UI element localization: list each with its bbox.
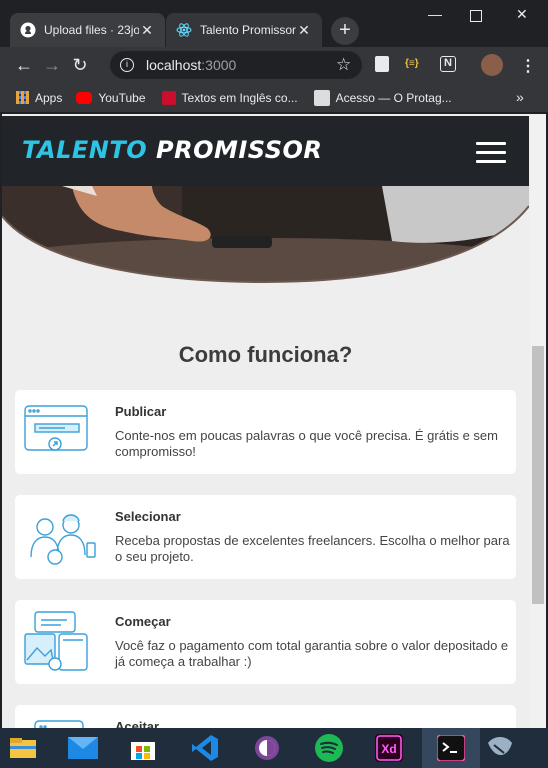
section-title: Como funciona? bbox=[178, 342, 353, 367]
step-title: Aceitar bbox=[115, 719, 160, 728]
hero-image bbox=[2, 186, 529, 284]
publish-browser-icon bbox=[21, 400, 99, 462]
bookmarks-bar: Apps YouTube Textos em Inglês co... Aces… bbox=[0, 83, 548, 112]
bookmark-label: YouTube bbox=[98, 90, 146, 105]
info-icon[interactable]: i bbox=[120, 58, 134, 72]
tab-strip: Upload files · 23jo ✕ Talento Promissor … bbox=[0, 0, 548, 47]
step-card-selecionar[interactable]: Selecionar Receba propostas de excelente… bbox=[15, 495, 516, 579]
bookmark-acesso[interactable]: Acesso — O Protag... bbox=[313, 89, 452, 106]
forward-arrow-icon[interactable]: → bbox=[38, 51, 66, 79]
spotify-icon[interactable] bbox=[314, 733, 344, 763]
app-icon[interactable] bbox=[484, 733, 514, 763]
bookmark-youtube[interactable]: YouTube bbox=[76, 90, 146, 105]
bookmark-textos[interactable]: Textos em Inglês co... bbox=[161, 90, 298, 105]
tor-icon[interactable] bbox=[252, 733, 282, 763]
maximize-icon[interactable] bbox=[470, 10, 482, 22]
step-description: Você faz o pagamento com total garantia … bbox=[115, 638, 509, 669]
step-card-comecar[interactable]: Começar Você faz o pagamento com total g… bbox=[15, 600, 516, 684]
svg-text:Xd: Xd bbox=[381, 742, 396, 756]
adobe-xd-icon[interactable]: Xd bbox=[374, 733, 404, 763]
puzzle-icon bbox=[313, 89, 330, 106]
scrollbar-thumb[interactable] bbox=[532, 346, 544, 604]
more-menu-icon[interactable]: ⋮ bbox=[520, 56, 536, 76]
hamburger-menu-icon[interactable] bbox=[476, 142, 506, 164]
step-description: Receba propostas de excelentes freelance… bbox=[115, 533, 510, 564]
bookmark-label: Acesso — O Protag... bbox=[335, 90, 452, 105]
extension-icon[interactable] bbox=[375, 56, 389, 72]
more-bookmarks-button[interactable]: » bbox=[516, 89, 524, 105]
terminal-icon[interactable] bbox=[436, 733, 466, 763]
avatar[interactable] bbox=[481, 54, 503, 76]
vscode-icon[interactable] bbox=[190, 733, 220, 763]
react-icon bbox=[176, 22, 192, 38]
reload-icon[interactable]: ↻ bbox=[66, 51, 94, 79]
logo-part1: TALENTO bbox=[22, 136, 148, 164]
bookmark-label: Textos em Inglês co... bbox=[181, 90, 298, 105]
notion-icon[interactable]: N bbox=[440, 56, 456, 72]
page-viewport: TALENTO PROMISSOR Como funciona? Publica… bbox=[2, 114, 546, 728]
step-card-aceitar[interactable]: Aceitar bbox=[15, 705, 516, 728]
file-explorer-icon[interactable] bbox=[8, 733, 38, 763]
back-arrow-icon[interactable]: ← bbox=[10, 51, 38, 79]
step-title: Selecionar bbox=[115, 509, 181, 524]
json-extension-icon[interactable]: {≡} bbox=[405, 58, 419, 69]
bookmark-star-icon[interactable]: ☆ bbox=[336, 55, 351, 75]
github-icon bbox=[20, 22, 36, 38]
tab-upload-files[interactable]: Upload files · 23jo ✕ bbox=[10, 13, 165, 47]
step-description: Conte-nos em poucas palavras o que você … bbox=[115, 428, 498, 459]
select-people-icon bbox=[21, 505, 99, 567]
address-bar[interactable]: i localhost:3000 ☆ bbox=[110, 51, 362, 79]
youtube-icon bbox=[76, 91, 93, 104]
os-taskbar: Xd bbox=[0, 728, 548, 768]
step-title: Publicar bbox=[115, 404, 167, 419]
tab-label: Talento Promissor bbox=[200, 23, 296, 37]
logo-part2: PROMISSOR bbox=[156, 136, 323, 164]
accept-icon bbox=[21, 715, 99, 728]
bookmark-apps[interactable]: Apps bbox=[16, 91, 62, 105]
step-title: Começar bbox=[115, 614, 171, 629]
minimize-icon[interactable]: — bbox=[428, 6, 442, 22]
url-port: :3000 bbox=[201, 57, 237, 73]
start-devices-icon bbox=[21, 610, 99, 672]
site-logo[interactable]: TALENTO PROMISSOR bbox=[22, 136, 322, 164]
mail-icon[interactable] bbox=[68, 733, 98, 763]
new-tab-button[interactable]: + bbox=[331, 17, 359, 45]
apps-grid-icon bbox=[16, 91, 29, 104]
tab-label: Upload files · 23jo bbox=[44, 23, 139, 37]
window-close-icon[interactable]: ✕ bbox=[516, 6, 528, 23]
close-icon[interactable]: ✕ bbox=[139, 22, 155, 39]
step-card-publicar[interactable]: Publicar Conte-nos em poucas palavras o … bbox=[15, 390, 516, 474]
close-icon[interactable]: ✕ bbox=[296, 22, 312, 39]
aig-icon bbox=[161, 90, 176, 105]
store-icon[interactable] bbox=[128, 733, 158, 763]
tab-talento-promissor[interactable]: Talento Promissor ✕ bbox=[166, 13, 322, 47]
bookmark-label: Apps bbox=[35, 90, 63, 105]
site-navbar: TALENTO PROMISSOR bbox=[2, 116, 529, 186]
page-scrollbar[interactable] bbox=[530, 114, 546, 728]
url-host: localhost bbox=[146, 57, 202, 73]
